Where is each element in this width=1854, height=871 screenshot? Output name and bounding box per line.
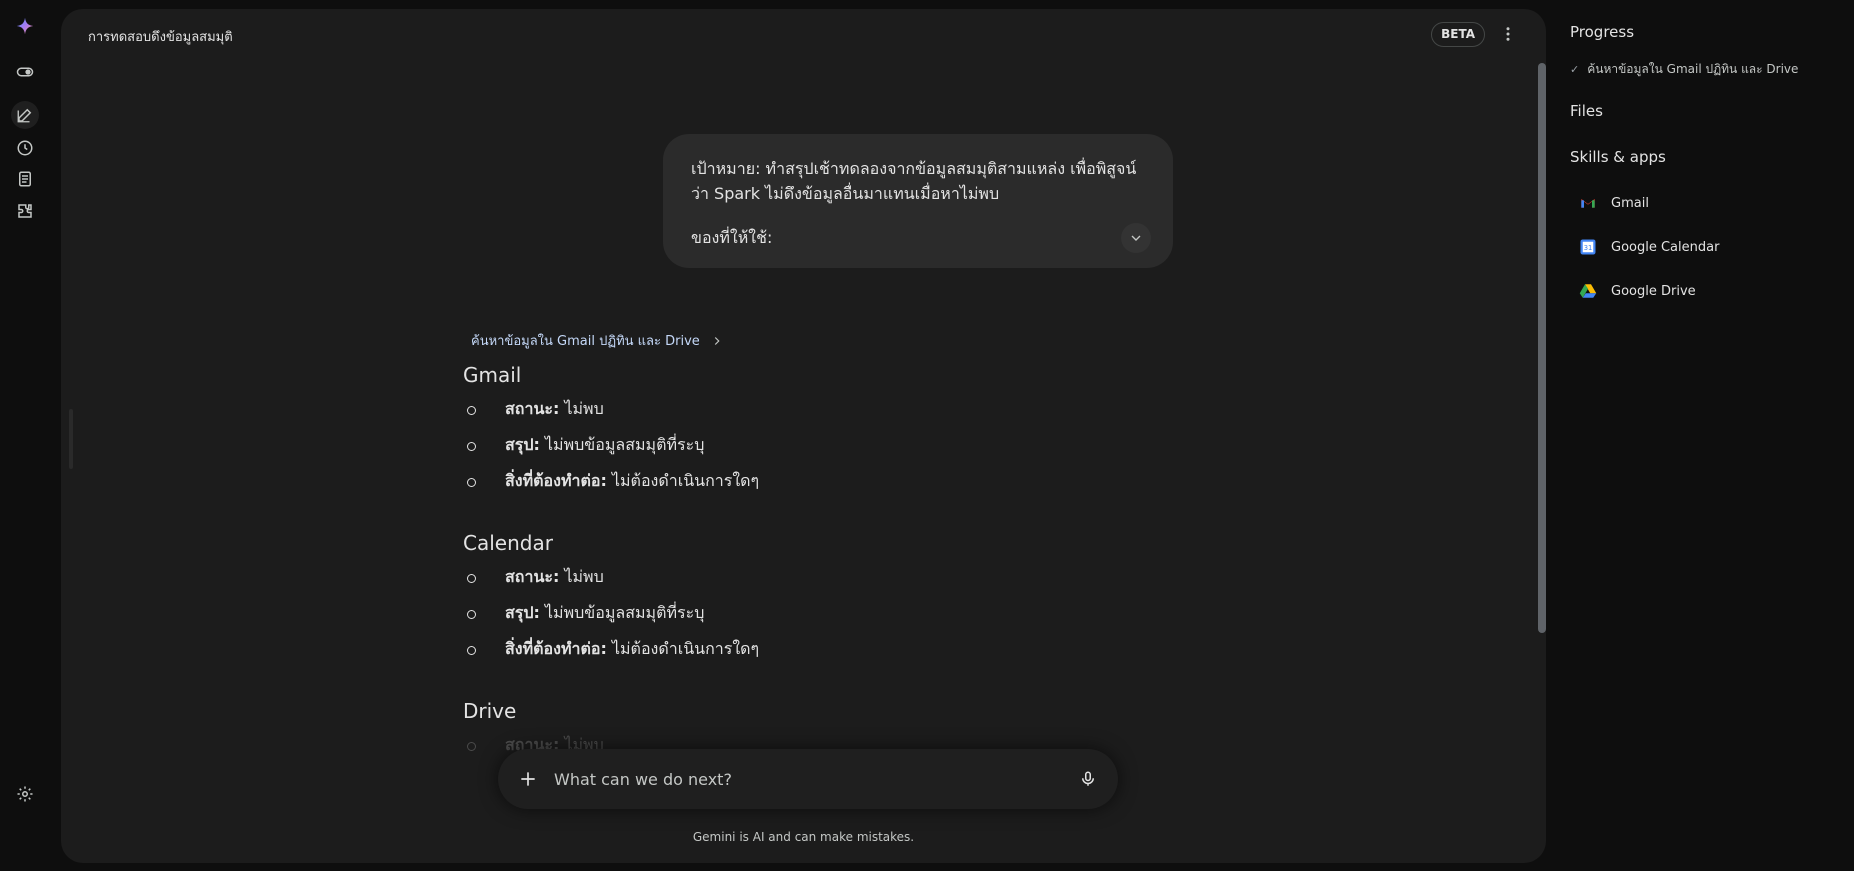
progress-step[interactable]: ✓ ค้นหาข้อมูลใน Gmail ปฏิทิน และ Drive bbox=[1570, 60, 1798, 79]
left-rail bbox=[0, 0, 50, 871]
list-item: สิ่งที่ต้องทำต่อ: ไม่ต้องดำเนินการใดๆ bbox=[463, 463, 759, 499]
skills-title: Skills & apps bbox=[1570, 148, 1666, 166]
disclaimer: Gemini is AI and can make mistakes. bbox=[692, 830, 915, 844]
progress-link[interactable]: ค้นหาข้อมูลใน Gmail ปฏิทิน และ Drive bbox=[471, 330, 724, 351]
progress-link-label: ค้นหาข้อมูลใน Gmail ปฏิทิน และ Drive bbox=[471, 334, 700, 349]
section-title: Calendar bbox=[463, 531, 553, 555]
app-label: Google Calendar bbox=[1611, 239, 1720, 255]
extension-icon[interactable] bbox=[13, 199, 37, 223]
svg-text:31: 31 bbox=[1584, 244, 1593, 252]
list-item: สถานะ: ไม่พบ bbox=[463, 391, 759, 427]
list-item: สรุป: ไม่พบข้อมูลสมมุติที่ระบุ bbox=[463, 427, 759, 463]
list-item: สถานะ: ไม่พบ bbox=[463, 559, 759, 595]
section-title: Gmail bbox=[463, 363, 522, 387]
progress-step-label: ค้นหาข้อมูลใน Gmail ปฏิทิน และ Drive bbox=[1587, 62, 1799, 76]
more-options-icon[interactable] bbox=[1498, 24, 1518, 44]
chat-panel: การทดสอบดึงข้อมูลสมมุติ BETA เป้าหมาย: ท… bbox=[61, 9, 1546, 863]
section-gmail: Gmail สถานะ: ไม่พบ สรุป: ไม่พบข้อมูลสมมุ… bbox=[463, 363, 759, 499]
notebook-icon[interactable] bbox=[13, 167, 37, 191]
calendar-icon: 31 bbox=[1578, 237, 1598, 257]
settings-icon[interactable] bbox=[13, 782, 37, 806]
app-google-drive[interactable]: Google Drive bbox=[1578, 281, 1696, 301]
page-title: การทดสอบดึงข้อมูลสมมุติ bbox=[88, 30, 233, 45]
prompt-input[interactable] bbox=[554, 763, 1034, 795]
side-panel: Progress ✓ ค้นหาข้อมูลใน Gmail ปฏิทิน แล… bbox=[1570, 0, 1854, 871]
app-label: Gmail bbox=[1611, 195, 1649, 211]
composer bbox=[498, 749, 1118, 809]
section-calendar: Calendar สถานะ: ไม่พบ สรุป: ไม่พบข้อมูลส… bbox=[463, 531, 759, 667]
list-item: สิ่งที่ต้องทำต่อ: ไม่ต้องดำเนินการใดๆ bbox=[463, 631, 759, 667]
microphone-icon[interactable] bbox=[1076, 767, 1100, 791]
scrollbar[interactable] bbox=[1538, 63, 1546, 633]
check-icon: ✓ bbox=[1570, 63, 1580, 76]
chat-header: การทดสอบดึงข้อมูลสมมุติ BETA bbox=[61, 9, 1546, 61]
beta-badge: BETA bbox=[1431, 22, 1485, 47]
progress-title: Progress bbox=[1570, 23, 1635, 41]
edit-icon[interactable] bbox=[11, 101, 39, 129]
gmail-icon bbox=[1578, 193, 1598, 213]
expand-prompt-button[interactable] bbox=[1121, 223, 1151, 253]
add-icon[interactable] bbox=[516, 767, 540, 791]
prompt-text: เป้าหมาย: ทำสรุปเช้าทดลองจากข้อมูลสมมุติ… bbox=[691, 159, 1137, 203]
app-google-calendar[interactable]: 31 Google Calendar bbox=[1578, 237, 1719, 257]
section-title: Drive bbox=[463, 699, 517, 723]
list-item: สรุป: ไม่พบข้อมูลสมมุติที่ระบุ bbox=[463, 595, 759, 631]
resize-handle[interactable] bbox=[69, 409, 73, 469]
app-label: Google Drive bbox=[1611, 283, 1696, 299]
chevron-right-icon bbox=[714, 336, 720, 345]
app-gmail[interactable]: Gmail bbox=[1578, 193, 1649, 213]
prompt-subtext: ของที่ให้ใช้: bbox=[691, 228, 773, 247]
chevron-down-icon bbox=[1131, 235, 1141, 241]
user-prompt-bubble: เป้าหมาย: ทำสรุปเช้าทดลองจากข้อมูลสมมุติ… bbox=[663, 134, 1173, 268]
history-icon[interactable] bbox=[13, 136, 37, 160]
toggle-icon[interactable] bbox=[13, 60, 37, 84]
gemini-spark-icon[interactable] bbox=[13, 14, 37, 38]
files-title: Files bbox=[1570, 102, 1603, 120]
drive-icon bbox=[1578, 281, 1598, 301]
